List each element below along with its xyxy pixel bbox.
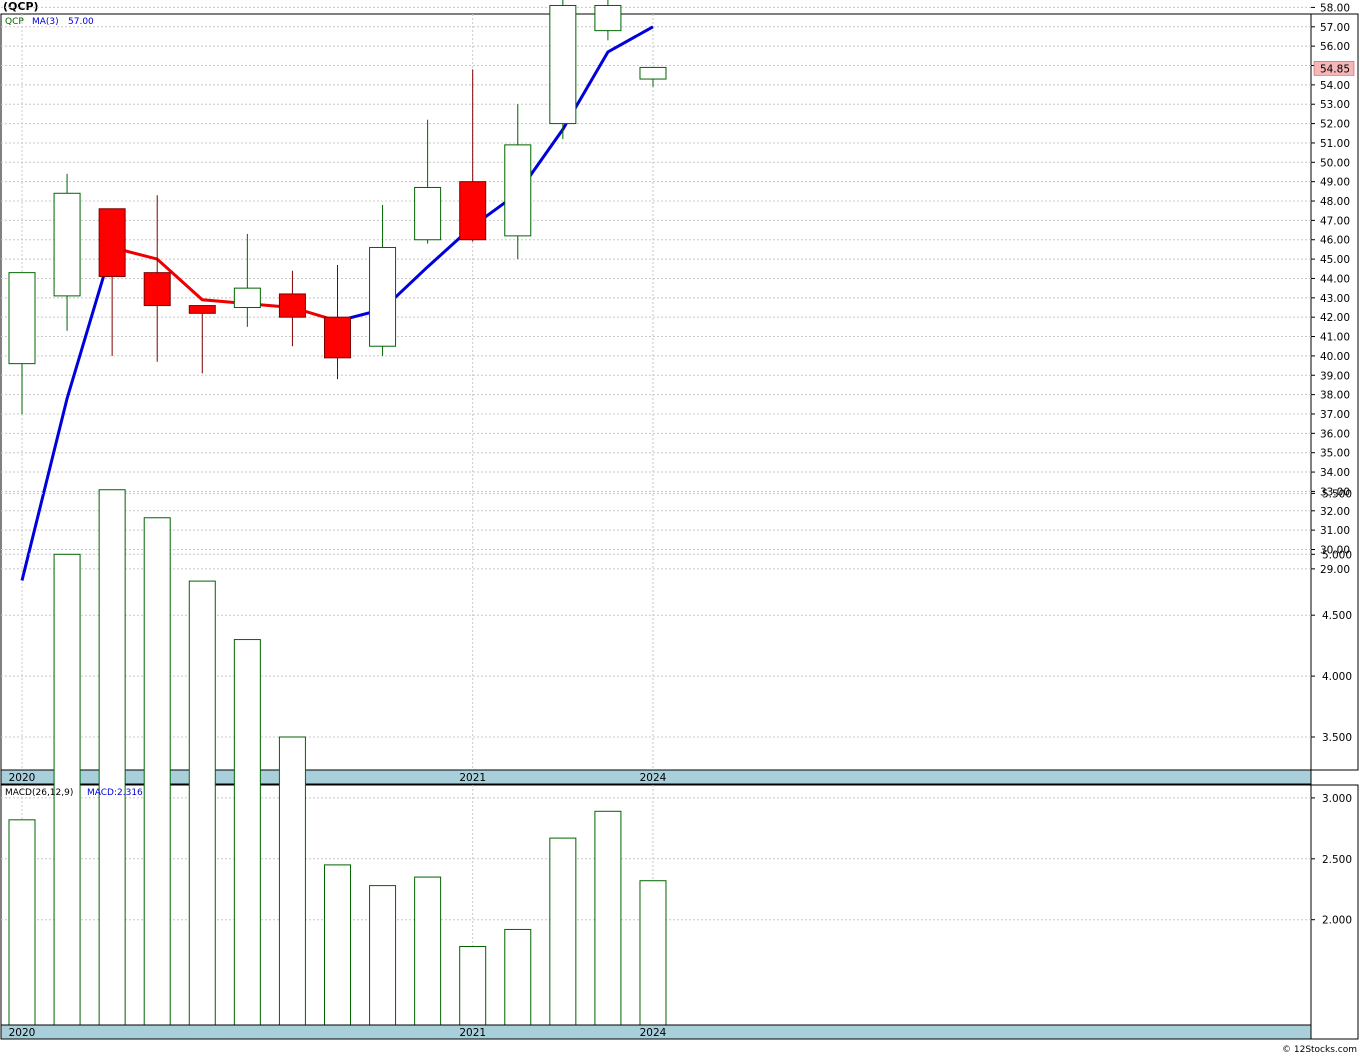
- watermark: © 12Stocks.com: [1282, 1045, 1357, 1055]
- macd-bar: [369, 885, 397, 1026]
- candle-body-up: [53, 192, 81, 297]
- candle-body-down: [323, 316, 351, 359]
- price-y-tick-label: 37.00: [1320, 409, 1350, 421]
- macd-y-tick-label: 4.000: [1322, 671, 1352, 683]
- price-y-tick-label: 53.00: [1320, 99, 1350, 111]
- macd-bar: [8, 819, 36, 1026]
- legend-macd-name: MACD(26,12,9): [5, 788, 73, 798]
- candle-body-up: [8, 272, 36, 365]
- candle-body-up: [639, 66, 667, 80]
- price-y-tick-label: 40.00: [1320, 351, 1350, 363]
- price-y-tick-label: 31.00: [1320, 525, 1350, 537]
- price-y-tick-label: 36.00: [1320, 428, 1350, 440]
- price-y-tick-label: 47.00: [1320, 215, 1350, 227]
- macd-bar: [504, 928, 532, 1026]
- price-y-tick-label: 43.00: [1320, 293, 1350, 305]
- macd-bar: [233, 639, 261, 1026]
- price-y-tick-label: 46.00: [1320, 235, 1350, 247]
- macd-bar: [639, 880, 667, 1026]
- candle-body-up: [549, 4, 577, 125]
- candle-body-up: [504, 144, 532, 237]
- macd-bar: [594, 810, 622, 1026]
- macd-x-tick-label: 2024: [640, 1027, 667, 1039]
- chart-title: (QCP): [3, 0, 39, 13]
- price-y-tick-label: 56.00: [1320, 41, 1350, 53]
- macd-y-tick-label: 2.500: [1322, 854, 1352, 866]
- macd-y-tick-label: 5.500: [1322, 488, 1352, 500]
- candle-body-down: [278, 293, 306, 318]
- macd-y-tick-label: 3.000: [1322, 793, 1352, 805]
- price-x-tick-label: 2024: [640, 772, 667, 784]
- price-x-tick-label: 2020: [9, 772, 36, 784]
- macd-y-tick-label: 4.500: [1322, 610, 1352, 622]
- price-y-tick-label: 42.00: [1320, 312, 1350, 324]
- price-y-tick-label: 44.00: [1320, 273, 1350, 285]
- macd-x-tick-label: 2020: [9, 1027, 36, 1039]
- legend-ma-label: MA(3): [32, 17, 59, 27]
- macd-bar: [549, 837, 577, 1026]
- candle-body-down: [459, 181, 487, 241]
- candle: [549, 0, 577, 140]
- legend-ma-value: 57.00: [68, 17, 94, 27]
- price-y-tick-label: 32.00: [1320, 506, 1350, 518]
- macd-bar: [188, 580, 216, 1026]
- price-y-tick-label: 49.00: [1320, 177, 1350, 189]
- price-y-tick-label: 58.00: [1320, 2, 1350, 14]
- stock-chart: (QCP) 59.0058.0057.0056.0055.0054.0053.0…: [0, 0, 1360, 1056]
- price-y-tick-label: 45.00: [1320, 254, 1350, 266]
- macd-x-tick-label: 2021: [459, 1027, 486, 1039]
- candle-body-down: [98, 208, 126, 278]
- candle-body-up: [233, 287, 261, 309]
- candle-body-down: [188, 305, 216, 314]
- price-y-tick-label: 29.00: [1320, 564, 1350, 576]
- price-y-tick-label: 38.00: [1320, 390, 1350, 402]
- candle-body-up: [369, 246, 397, 347]
- price-y-tick-label: 50.00: [1320, 157, 1350, 169]
- price-y-tick-label: 52.00: [1320, 119, 1350, 131]
- last-price-label: 54.85: [1320, 63, 1350, 75]
- price-y-tick-label: 48.00: [1320, 196, 1350, 208]
- legend-symbol: QCP: [5, 17, 24, 27]
- macd-bar: [459, 945, 487, 1026]
- candle-body-down: [143, 272, 171, 307]
- macd-axis-area: [1310, 784, 1359, 1040]
- price-y-tick-label: 51.00: [1320, 138, 1350, 150]
- price-y-tick-label: 34.00: [1320, 467, 1350, 479]
- macd-y-tick-label: 2.000: [1322, 915, 1352, 927]
- macd-y-tick-label: 5.000: [1322, 549, 1352, 561]
- price-x-tick-label: 2021: [459, 772, 486, 784]
- macd-bar: [323, 864, 351, 1026]
- candle-body-up: [414, 186, 442, 241]
- price-y-tick-label: 57.00: [1320, 22, 1350, 34]
- price-y-tick-label: 41.00: [1320, 332, 1350, 344]
- macd-bar: [98, 489, 126, 1026]
- price-y-tick-label: 54.00: [1320, 80, 1350, 92]
- macd-y-tick-label: 3.500: [1322, 732, 1352, 744]
- price-y-tick-label: 35.00: [1320, 448, 1350, 460]
- macd-bar: [143, 517, 171, 1026]
- candle-body-up: [594, 4, 622, 32]
- price-y-tick-label: 39.00: [1320, 370, 1350, 382]
- macd-bar: [414, 876, 442, 1026]
- legend-macd-value: MACD:2.316: [87, 788, 143, 798]
- macd-bar: [278, 736, 306, 1026]
